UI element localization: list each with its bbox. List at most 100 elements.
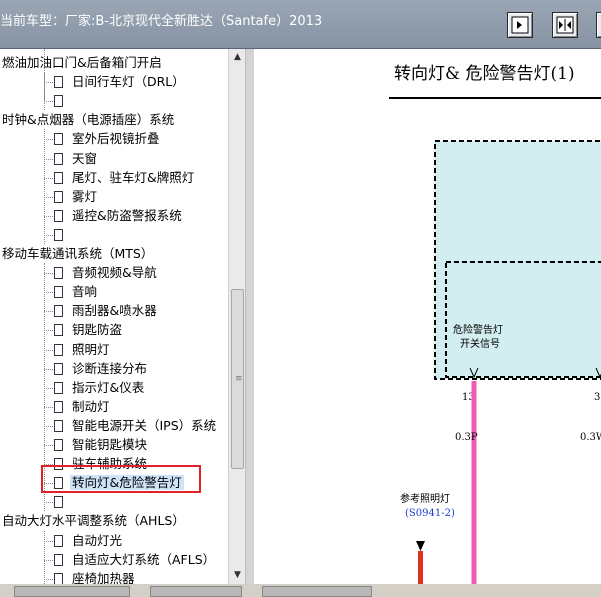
diagram-left-margin [254, 49, 389, 584]
tree-item-label: 天窗 [72, 150, 98, 166]
tree-item[interactable]: 照明灯 [52, 340, 112, 359]
tree-item-label: 自动大灯水平调整系统（AHLS） [2, 513, 185, 529]
tree-branch-line [44, 49, 45, 102]
document-icon [54, 152, 63, 165]
document-icon [54, 496, 63, 509]
tree-item-label: 移动车载通讯系统（MTS） [2, 246, 154, 261]
document-icon [54, 534, 63, 547]
tree-item-label: 钥匙防盗 [72, 322, 123, 338]
tree-folder[interactable]: 燃油加油口门&后备箱门开启 [0, 53, 164, 72]
signal-label-1: 危险警告灯 [453, 323, 503, 336]
document-icon [54, 400, 63, 413]
bottom-tab-3[interactable] [262, 586, 372, 597]
tree-item[interactable]: 雾灯 [52, 187, 99, 206]
tree-item-label: 尾灯、驻车灯&牌照灯 [72, 169, 195, 185]
extra-pane-button[interactable] [596, 12, 601, 38]
tree-item[interactable] [52, 492, 74, 511]
chapter-tree[interactable]: 燃油加油口门&后备箱门开启日间行车灯（DRL） 时钟&点烟器（电源插座）系统室外后… [0, 49, 228, 584]
tree-item-label: 自动灯光 [72, 532, 123, 548]
reference-label: 参考照明灯 [400, 492, 450, 505]
tree-folder[interactable]: 自动大灯水平调整系统（AHLS） [0, 511, 187, 530]
document-icon [54, 324, 63, 337]
tree-item[interactable]: 遥控&防盗警报系统 [52, 206, 184, 225]
tree-item-label: 音响 [72, 284, 98, 300]
bottom-tab-1[interactable] [14, 586, 130, 597]
tree-folder[interactable]: 移动车载通讯系统（MTS） [0, 244, 155, 263]
document-icon [54, 343, 63, 356]
tree-item[interactable]: 智能电源开关（IPS）系统 [52, 416, 218, 435]
document-icon [54, 267, 63, 280]
selection-highlight [41, 465, 201, 493]
tree-item[interactable]: 座椅加热器 [52, 569, 137, 584]
tree-item[interactable] [52, 91, 74, 110]
tree-item[interactable]: 室外后视镜折叠 [52, 129, 162, 148]
tree-folder[interactable]: 时钟&点烟器（电源插座）系统 [0, 110, 176, 129]
tree-item[interactable]: 音频视频&导航 [52, 263, 159, 282]
tree-item[interactable]: 智能钥匙模块 [52, 435, 149, 454]
wire-right-label: 0.3W [580, 432, 601, 443]
wire-left-label: 0.3P [455, 432, 478, 443]
tree-item-label: 智能钥匙模块 [72, 437, 148, 452]
tree-item[interactable]: 日间行车灯（DRL） [52, 72, 187, 91]
tree-item-label: 日间行车灯（DRL） [72, 74, 185, 90]
grip-icon: ≡ [235, 374, 243, 384]
tree-item-label: 遥控&防盗警报系统 [72, 207, 182, 223]
split-pane-button[interactable] [552, 12, 578, 38]
diagram-title: 转向灯& 危险警告灯(1) [394, 64, 575, 84]
tree-item[interactable]: 天窗 [52, 149, 99, 168]
document-icon [54, 76, 63, 89]
split-pane-icon [556, 16, 574, 34]
tree-item-label: 指示灯&仪表 [72, 379, 145, 395]
tree-item[interactable]: 指示灯&仪表 [52, 378, 146, 397]
tree-item-label [70, 227, 74, 242]
reference-code[interactable]: (S0941-2) [405, 508, 455, 519]
bottom-tab-2[interactable] [150, 586, 242, 597]
document-icon [54, 362, 63, 375]
header-bar: 当前车型：厂家:B-北京现代全新胜达（Santafe）2013 [0, 0, 601, 49]
tree-branch-line [44, 530, 45, 584]
tree-item[interactable]: 自适应大灯系统（AFLS） [52, 550, 217, 569]
document-icon [54, 228, 63, 241]
scroll-thumb[interactable]: ≡ [231, 289, 244, 469]
tree-item-label: 照明灯 [72, 341, 110, 357]
single-pane-icon [511, 16, 529, 34]
tree-item-label: 燃油加油口门&后备箱门开启 [2, 55, 162, 70]
scroll-down-arrow-icon[interactable]: ▼ [229, 567, 246, 584]
tree-item-label: 室外后视镜折叠 [72, 131, 160, 147]
pin-right: 3 [594, 392, 600, 403]
tree-item-label: 雾灯 [72, 188, 98, 204]
tree-item[interactable]: 制动灯 [52, 397, 112, 416]
tree-item-label: 智能电源开关（IPS）系统 [72, 417, 217, 433]
vehicle-label: 当前车型：厂家:B-北京现代全新胜达（Santafe）2013 [0, 14, 323, 29]
scroll-up-arrow-icon[interactable]: ▲ [229, 49, 246, 66]
document-icon [54, 133, 63, 146]
document-icon [54, 305, 63, 318]
tree-item[interactable]: 音响 [52, 282, 99, 301]
tree-scrollbar[interactable]: ▲ ≡ ▼ [228, 49, 246, 584]
tree-item-label [70, 494, 74, 509]
tree-item-label: 自适应大灯系统（AFLS） [72, 551, 216, 567]
tree-item[interactable] [52, 225, 74, 244]
tree-item-label: 诊断连接分布 [72, 360, 148, 376]
tree-item-label: 雨刮器&喷水器 [72, 303, 157, 319]
connector-arrow-icon [416, 541, 425, 551]
tree-item[interactable]: 钥匙防盗 [52, 320, 124, 339]
document-icon [54, 419, 63, 432]
document-icon [54, 439, 63, 451]
document-icon [54, 209, 63, 222]
tree-branch-line [44, 129, 45, 244]
tree-item-label: 时钟&点烟器（电源插座）系统 [2, 112, 175, 128]
wiring-diagram-pane[interactable]: 转向灯& 危险警告灯(1) 危险警告灯 开关信号 13 3 0.3P 0.3W … [254, 49, 601, 584]
tree-item[interactable]: 自动灯光 [52, 531, 124, 550]
document-icon [54, 171, 63, 184]
tree-item[interactable]: 诊断连接分布 [52, 359, 149, 378]
document-icon [54, 572, 63, 584]
tree-item[interactable]: 雨刮器&喷水器 [52, 301, 159, 320]
document-icon [54, 286, 63, 299]
signal-label-2: 开关信号 [460, 337, 500, 350]
document-icon [54, 381, 63, 394]
single-pane-button[interactable] [507, 12, 533, 38]
document-icon [54, 553, 63, 566]
document-icon [54, 190, 63, 203]
tree-item[interactable]: 尾灯、驻车灯&牌照灯 [52, 168, 196, 187]
